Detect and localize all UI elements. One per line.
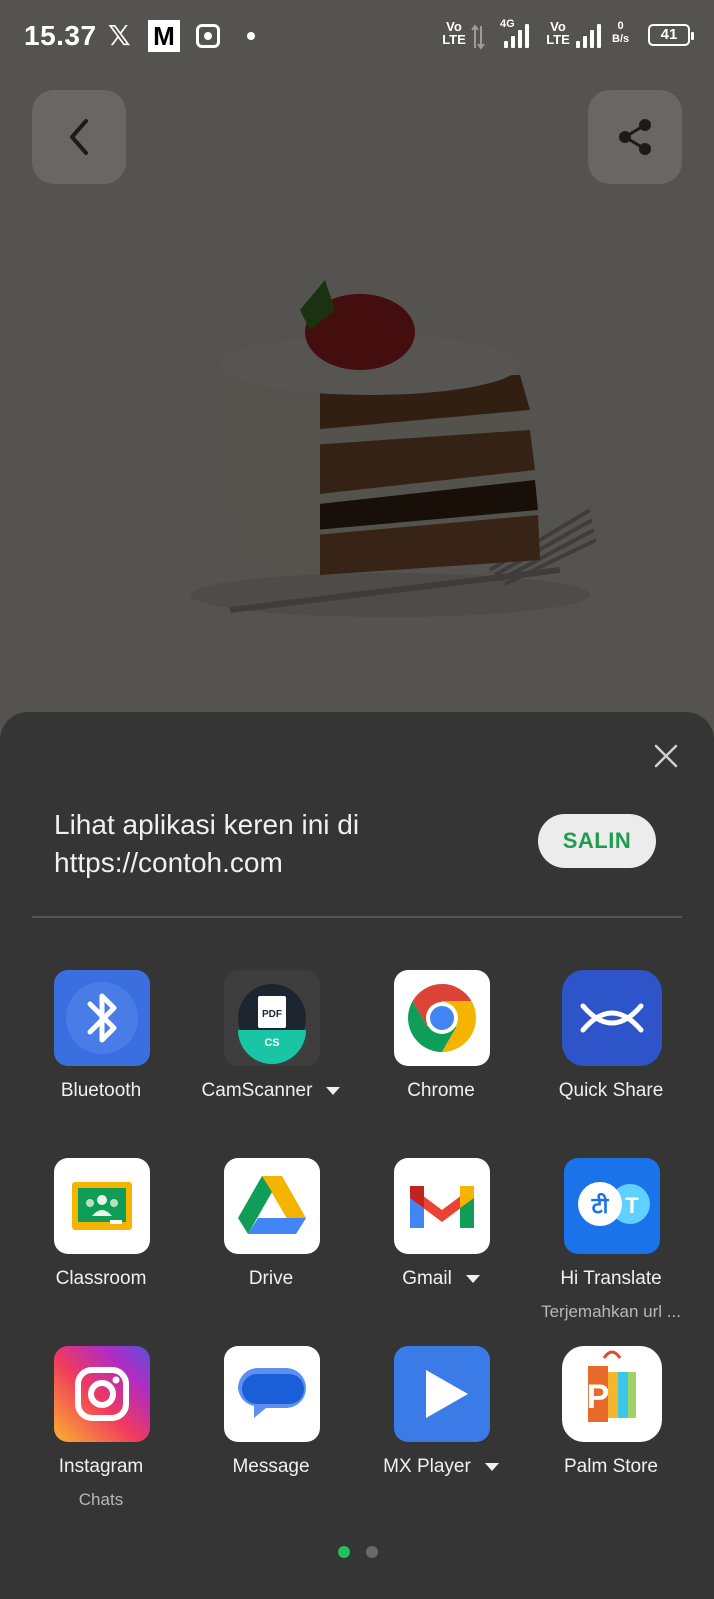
back-button[interactable] [32, 90, 126, 184]
app-message[interactable]: Message [186, 1346, 356, 1516]
close-button[interactable] [648, 738, 684, 774]
app-classroom[interactable]: Classroom [16, 1158, 186, 1328]
page-indicator-dot[interactable] [366, 1546, 378, 1558]
volte-icon-2: Vo LTE [546, 19, 570, 47]
data-arrows-icon [471, 24, 485, 50]
share-icon [619, 119, 651, 155]
app-label: MX Player [356, 1456, 526, 1478]
chevron-down-icon[interactable] [326, 1086, 341, 1095]
battery-icon: 41 [648, 24, 694, 46]
page-indicator-dot-active[interactable] [338, 1546, 350, 1558]
chevron-down-icon[interactable] [465, 1274, 480, 1283]
app-hi-translate[interactable]: टी T Hi Translate Terjemahkan url ... [526, 1158, 696, 1328]
app-sublabel: Chats [78, 1490, 124, 1509]
app-quick-share[interactable]: Quick Share [526, 970, 696, 1140]
chevron-down-icon[interactable] [484, 1462, 499, 1471]
bluetooth-icon [54, 970, 150, 1066]
hi-translate-icon-right: T [625, 1193, 639, 1218]
network-speed: 0 B/s [612, 20, 629, 46]
close-icon [654, 744, 678, 768]
drive-icon [224, 1158, 320, 1254]
camscanner-icon: PDF CS [224, 970, 320, 1066]
app-label: Instagram [58, 1456, 144, 1477]
app-mx-player[interactable]: MX Player [356, 1346, 526, 1516]
message-icon [224, 1346, 320, 1442]
app-label: Chrome [407, 1080, 475, 1101]
app-bluetooth[interactable]: Bluetooth [16, 970, 186, 1140]
copy-button[interactable]: SALIN [538, 814, 656, 868]
network-speed-value: 0 [617, 20, 624, 32]
mx-player-icon [394, 1346, 490, 1442]
app-sublabel: Terjemahkan url ... [541, 1302, 681, 1321]
hi-translate-icon-left: टी [591, 1192, 610, 1219]
app-label: CamScanner [186, 1080, 356, 1102]
instagram-icon [54, 1346, 150, 1442]
gmail-icon [394, 1158, 490, 1254]
app-drive[interactable]: Drive [186, 1158, 356, 1328]
m-app-icon: M [148, 20, 180, 52]
share-message-line2: https://contoh.com [54, 847, 283, 878]
app-palm-store[interactable]: P Palm Store [526, 1346, 696, 1516]
app-label: Classroom [55, 1268, 147, 1289]
app-label: Palm Store [564, 1456, 658, 1477]
app-label: Gmail [356, 1268, 526, 1290]
app-label: Message [232, 1456, 310, 1477]
app-label: Drive [248, 1268, 294, 1289]
classroom-icon [54, 1158, 150, 1254]
x-app-icon: 𝕏 [108, 20, 131, 51]
hi-translate-icon: टी T [564, 1158, 660, 1254]
app-label: Quick Share [558, 1080, 664, 1101]
share-button[interactable] [588, 90, 682, 184]
app-camscanner[interactable]: PDF CS CamScanner [186, 970, 356, 1140]
app-gmail[interactable]: Gmail [356, 1158, 526, 1328]
signal-icon [504, 22, 532, 48]
screen-record-icon [196, 24, 220, 48]
network-speed-unit: B/s [612, 33, 630, 45]
camscanner-icon-text: PDF [262, 1009, 282, 1020]
volte-icon: Vo LTE [442, 19, 466, 47]
chrome-icon [394, 970, 490, 1066]
divider [32, 916, 682, 918]
notification-dot-icon [247, 32, 255, 40]
app-label: Hi Translate [560, 1268, 662, 1289]
app-label: Bluetooth [60, 1080, 142, 1101]
app-instagram[interactable]: Instagram Chats [16, 1346, 186, 1516]
quick-share-icon [562, 970, 662, 1066]
share-message-line1: Lihat aplikasi keren ini di [54, 809, 360, 840]
palm-store-icon: P [562, 1346, 662, 1442]
status-bar: 15.37 𝕏 M Vo LTE 4G Vo LTE 0 B/s 41 [0, 0, 714, 72]
palm-store-icon-text: P [587, 1378, 610, 1416]
share-message: Lihat aplikasi keren ini di https://cont… [54, 806, 474, 882]
camscanner-icon-cs: CS [264, 1037, 279, 1049]
chevron-left-icon [70, 119, 88, 155]
signal-icon-2 [576, 22, 604, 48]
app-chrome[interactable]: Chrome [356, 970, 526, 1140]
status-time: 15.37 [24, 20, 97, 51]
